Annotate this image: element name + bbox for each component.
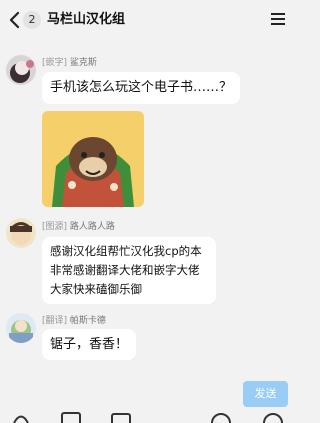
- chat-header: 2 马栏山汉化组: [0, 0, 300, 40]
- message-line: 大家快来磕御乐御: [50, 282, 142, 296]
- unread-badge[interactable]: 2: [23, 11, 41, 29]
- camera-icon[interactable]: [110, 410, 132, 423]
- voice-icon[interactable]: [10, 410, 32, 423]
- message-bubble[interactable]: 锯子，香香！: [42, 329, 137, 360]
- message-bubble[interactable]: 感谢汉化组帮忙汉化我cp的本 非常感谢翻译大佬和嵌字大佬 大家快来磕御乐御: [42, 237, 216, 304]
- avatar[interactable]: [6, 313, 36, 343]
- image-icon[interactable]: [60, 410, 82, 423]
- message-line: 感谢汉化组帮忙汉化我cp的本: [50, 244, 202, 258]
- avatar[interactable]: [6, 218, 36, 248]
- sender-name: [图源] 路人路人路: [42, 222, 115, 232]
- message-line: 非常感谢翻译大佬和嵌字大佬: [50, 263, 200, 277]
- message-bubble[interactable]: 手机该怎么玩这个电子书……？: [42, 72, 241, 104]
- sticker-image[interactable]: [42, 111, 144, 207]
- message-text: 手机该怎么玩这个电子书……？: [50, 80, 233, 95]
- sender-name: [翻译] 帕斯卡德: [42, 316, 106, 326]
- emoji-icon[interactable]: [210, 410, 232, 423]
- chat-title: 马栏山汉化组: [47, 12, 126, 27]
- plus-icon[interactable]: [262, 410, 284, 423]
- avatar[interactable]: [6, 55, 36, 85]
- message-text: 锯子，香香！: [50, 337, 129, 352]
- send-button[interactable]: 发送: [243, 381, 288, 407]
- sender-name: [嵌字] 鲨克斯: [42, 58, 97, 68]
- back-icon[interactable]: [8, 11, 20, 29]
- menu-icon[interactable]: [270, 12, 286, 26]
